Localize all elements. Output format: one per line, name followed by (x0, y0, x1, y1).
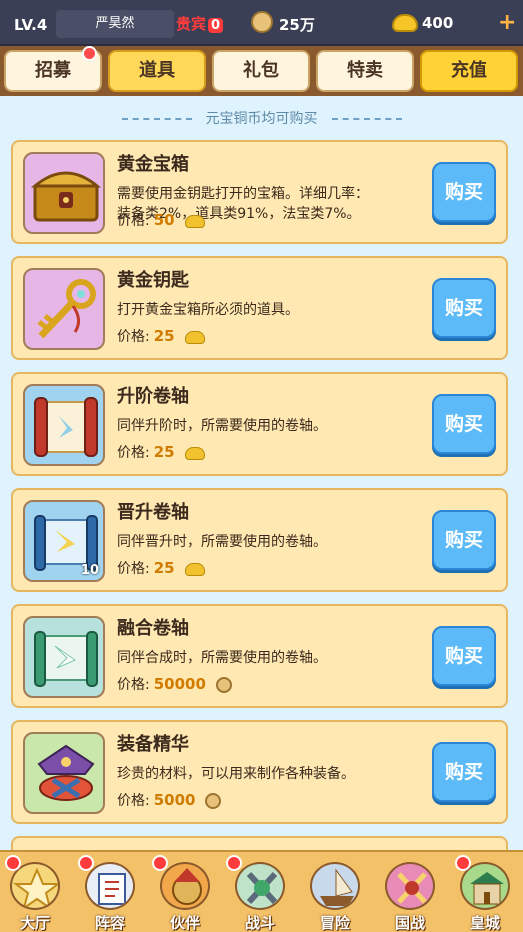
item-price: 价格: 25 (117, 442, 205, 462)
buy-button[interactable]: 购买 (432, 278, 496, 338)
item-count: 10 (80, 563, 99, 578)
divider (121, 118, 192, 120)
notification-dot (5, 855, 21, 871)
lineup-icon (85, 862, 135, 910)
tab-recharge[interactable]: 充值 (420, 50, 518, 92)
item-description: 同伴升阶时，所需要使用的卷轴。 (117, 418, 327, 434)
item-description: 打开黄金宝箱所必须的道具。 (117, 302, 299, 318)
list-item: 融合卷轴 同伴合成时，所需要使用的卷轴。 价格: 50000 购买 (11, 604, 508, 708)
item-name: 装备精华 (117, 734, 189, 755)
tab-gift-pack[interactable]: 礼包 (212, 50, 310, 92)
nav-label: 伙伴 (169, 914, 200, 932)
notification-dot (455, 855, 471, 871)
copper-coin-icon (251, 11, 273, 33)
nation-war-icon (385, 862, 435, 910)
list-item: 10 晋升卷轴 同伴晋升时，所需要使用的卷轴。 价格: 25 购买 (11, 488, 508, 592)
bottom-navigation: 大厅 阵容 伙伴 战斗 冒险 国战 皇城 (0, 850, 523, 932)
top-status-bar: LV.4 严昊然 贵宾 0 25万 400 + (0, 0, 523, 46)
list-item: 装备精华 珍贵的材料，可以用来制作各种装备。 价格: 5000 购买 (11, 720, 508, 824)
scroll-icon (23, 384, 105, 466)
player-name[interactable]: 严昊然 (56, 10, 174, 38)
gold-ingot-icon (392, 14, 418, 32)
vip-level: 0 (208, 18, 224, 33)
gold-ingot-icon (184, 330, 205, 344)
coin-count: 25万 (279, 16, 315, 34)
item-name: 晋升卷轴 (117, 502, 189, 523)
nav-label: 国战 (394, 914, 425, 932)
nav-label: 阵容 (94, 914, 125, 932)
buy-button[interactable]: 购买 (432, 510, 496, 570)
gold-ingot-icon (184, 214, 205, 228)
copper-coin-icon (205, 793, 222, 809)
list-item: 黄金钥匙 打开黄金宝箱所必须的道具。 价格: 25 购买 (11, 256, 508, 360)
list-item: 升阶卷轴 同伴升阶时，所需要使用的卷轴。 价格: 25 购买 (11, 372, 508, 476)
item-price: 价格: 50 (117, 210, 205, 230)
gold-ingot-icon (184, 446, 205, 460)
purchase-note-text: 元宝铜币均可购买 (205, 111, 318, 127)
buy-button[interactable]: 购买 (432, 162, 496, 222)
item-price: 价格: 25 (117, 326, 205, 346)
notification-dot (152, 855, 168, 871)
golden-chest-icon (23, 152, 105, 234)
notification-dot (78, 855, 94, 871)
vip-badge[interactable]: 贵宾 0 (176, 13, 224, 34)
copper-coin-icon (215, 677, 232, 693)
tab-sale[interactable]: 特卖 (316, 50, 414, 92)
partner-icon (160, 862, 210, 910)
nav-battle[interactable]: 战斗 (229, 860, 291, 932)
item-price: 价格: 50000 (117, 674, 232, 694)
item-list[interactable]: 黄金宝箱 需要使用金钥匙打开的宝箱。详细几率： 装备类2%，道具类91%，法宝类7… (0, 132, 523, 850)
list-item (11, 836, 508, 850)
battle-icon (235, 862, 285, 910)
nav-label: 皇城 (469, 914, 500, 932)
buy-button[interactable]: 购买 (432, 394, 496, 454)
adventure-icon (310, 862, 360, 910)
notification-dot (226, 855, 242, 871)
scroll-icon: 10 (23, 500, 105, 582)
item-description: 同伴合成时，所需要使用的卷轴。 (117, 650, 327, 666)
item-price: 价格: 25 (117, 558, 205, 578)
tab-items[interactable]: 道具 (108, 50, 206, 92)
tab-notification-dot (82, 46, 97, 61)
nav-nation-war[interactable]: 国战 (379, 860, 441, 932)
nav-label: 冒险 (319, 914, 350, 932)
item-price: 价格: 5000 (117, 790, 222, 810)
add-currency-button[interactable]: + (498, 10, 516, 35)
buy-button[interactable]: 购买 (432, 742, 496, 802)
nav-label: 大厅 (19, 914, 50, 932)
scroll-icon (23, 616, 105, 698)
item-name: 融合卷轴 (117, 618, 189, 639)
purchase-note: 元宝铜币均可购买 (0, 108, 523, 128)
player-level: LV.4 (14, 16, 48, 34)
buy-button[interactable]: 购买 (432, 626, 496, 686)
nav-adventure[interactable]: 冒险 (304, 860, 366, 932)
equipment-essence-icon (23, 732, 105, 814)
item-description: 同伴晋升时，所需要使用的卷轴。 (117, 534, 327, 550)
shop-tabs: 招募 道具 礼包 特卖 充值 (0, 46, 523, 96)
vip-label: 贵宾 (176, 15, 207, 33)
item-description: 珍贵的材料，可以用来制作各种装备。 (117, 766, 355, 782)
nav-label: 战斗 (244, 914, 275, 932)
gold-ingot-icon (184, 562, 205, 576)
ingot-count: 400 (422, 14, 454, 32)
item-name: 黄金钥匙 (117, 270, 189, 291)
divider (331, 118, 402, 120)
golden-key-icon (23, 268, 105, 350)
list-item: 黄金宝箱 需要使用金钥匙打开的宝箱。详细几率： 装备类2%，道具类91%，法宝类7… (11, 140, 508, 244)
item-name: 升阶卷轴 (117, 386, 189, 407)
item-name: 黄金宝箱 (117, 154, 189, 175)
